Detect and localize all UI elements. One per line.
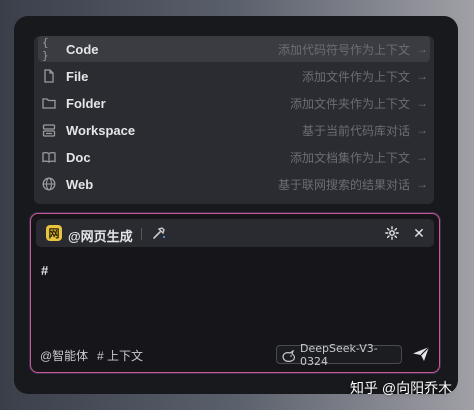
menu-item-label: Workspace — [66, 122, 136, 138]
menu-item-desc: 添加文件夹作为上下文 — [289, 96, 410, 111]
send-icon[interactable] — [411, 345, 431, 363]
code-braces-icon: { } — [42, 36, 49, 62]
menu-item-label: File — [66, 68, 89, 84]
menu-item-code[interactable]: { } Code 添加代码符号作为上下文 → — [38, 36, 430, 62]
menu-item-desc: 基于当前代码库对话 — [301, 123, 410, 138]
menu-item-desc: 添加文档集作为上下文 — [289, 150, 410, 165]
workspace-icon — [42, 123, 56, 137]
menu-item-web[interactable]: Web 基于联网搜索的结果对话 → — [38, 171, 430, 197]
arrow-right-icon: → — [416, 96, 428, 110]
agent-tag-label[interactable]: @网页生成 — [68, 226, 133, 245]
add-context-button[interactable]: # 上下文 — [97, 347, 143, 364]
file-icon — [42, 69, 56, 83]
menu-item-label: Web — [66, 176, 94, 192]
agent-badge-icon: 网 — [46, 225, 62, 241]
input-content[interactable]: # — [41, 263, 48, 278]
arrow-right-icon: → — [416, 42, 428, 56]
menu-item-doc[interactable]: Doc 添加文档集作为上下文 → — [38, 144, 430, 170]
mention-agent-button[interactable]: @智能体 — [40, 347, 88, 364]
arrow-right-icon: → — [416, 69, 428, 83]
menu-item-label: Code — [66, 41, 99, 57]
menu-item-desc: 添加代码符号作为上下文 — [277, 42, 410, 57]
divider — [141, 228, 142, 240]
menu-item-folder[interactable]: Folder 添加文件夹作为上下文 → — [38, 90, 430, 116]
book-icon — [42, 150, 56, 164]
context-menu: { } Code 添加代码符号作为上下文 → File 添加文件作为上下文 → … — [34, 36, 434, 204]
menu-item-label: Doc — [66, 149, 91, 165]
folder-icon — [42, 96, 56, 110]
menu-item-file[interactable]: File 添加文件作为上下文 → — [38, 63, 430, 89]
arrow-right-icon: → — [416, 177, 428, 191]
menu-item-label: Folder — [66, 95, 106, 111]
menu-item-workspace[interactable]: Workspace 基于当前代码库对话 → — [38, 117, 430, 143]
watermark-text: 知乎 @向阳乔木 — [350, 380, 453, 396]
menu-item-desc: 添加文件作为上下文 — [301, 69, 410, 84]
close-icon[interactable]: ✕ — [411, 225, 427, 241]
whale-icon — [282, 349, 296, 362]
menu-item-desc: 基于联网搜索的结果对话 — [277, 177, 410, 192]
arrow-right-icon: → — [416, 123, 428, 137]
hammer-icon[interactable] — [151, 225, 167, 241]
arrow-right-icon: → — [416, 150, 428, 164]
model-label: DeepSeek-V3-0324 — [300, 341, 378, 368]
globe-icon — [42, 177, 56, 191]
model-selector[interactable]: DeepSeek-V3-0324 — [276, 342, 402, 368]
gear-icon[interactable] — [384, 225, 400, 241]
